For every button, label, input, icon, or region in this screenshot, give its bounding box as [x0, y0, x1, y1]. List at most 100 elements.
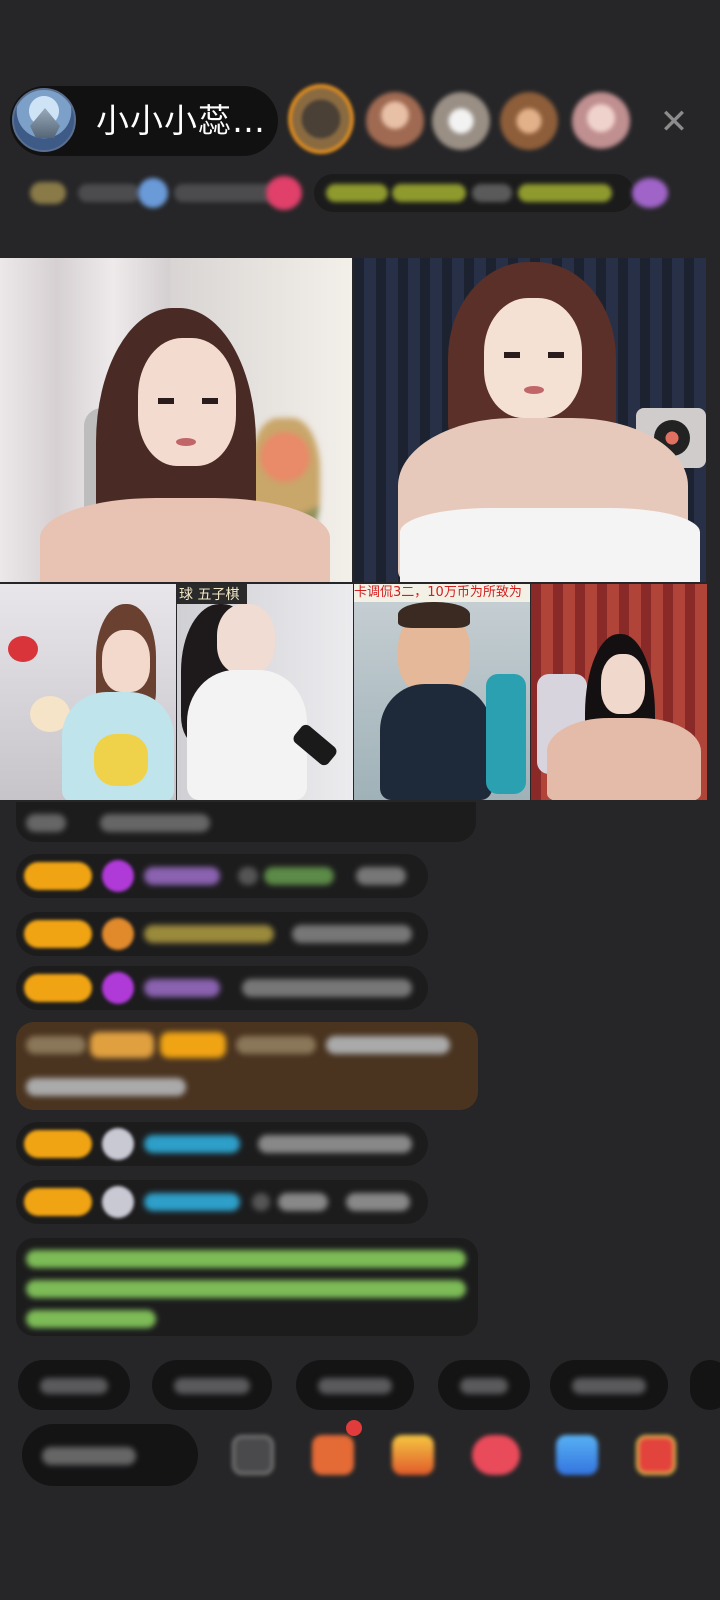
info-icon [266, 176, 302, 210]
username [144, 1135, 240, 1153]
message-text [26, 814, 66, 832]
shop-icon[interactable] [556, 1435, 598, 1475]
more-icon[interactable] [636, 1435, 676, 1475]
gift-icon[interactable] [392, 1435, 434, 1475]
message-text [326, 1036, 450, 1054]
avatar [102, 1186, 134, 1218]
tile-label: 卡调侃3二，10万币为所致为 [354, 585, 522, 600]
face [217, 604, 275, 674]
level-badge [90, 1032, 154, 1058]
level-badge [160, 1032, 226, 1058]
message-text [100, 814, 210, 832]
level-badge [24, 1130, 92, 1158]
username [144, 979, 220, 997]
quick-chip-2[interactable] [152, 1360, 272, 1410]
chat-message[interactable] [16, 912, 428, 956]
chat-message[interactable] [16, 1180, 428, 1224]
host-name: 小小小蕊… [96, 101, 266, 140]
viewer-avatar-5[interactable] [572, 92, 630, 150]
comment-input[interactable] [22, 1424, 198, 1486]
quick-chip-4[interactable] [438, 1360, 530, 1410]
video-tile-guest-3[interactable]: 球 五子棋 [177, 584, 353, 800]
gem-icon [102, 860, 134, 892]
info-blob [30, 182, 66, 204]
level-badge [24, 974, 92, 1002]
host-avatar[interactable] [12, 88, 76, 152]
face [484, 298, 582, 418]
hair [398, 602, 470, 628]
tile-label: 球 五子棋 [179, 587, 240, 603]
chat-message[interactable] [16, 966, 428, 1010]
video-tile-guest-5[interactable] [531, 584, 707, 800]
info-icon [632, 178, 668, 208]
share-icon[interactable] [472, 1435, 520, 1475]
notice-text [26, 1250, 466, 1268]
quick-chip-6[interactable] [690, 1360, 720, 1410]
chip-label [460, 1378, 508, 1394]
plush-toy [8, 636, 38, 662]
info-blob [518, 184, 612, 202]
message-text [264, 867, 334, 885]
chip-label [572, 1378, 646, 1394]
sweater-print [94, 734, 148, 786]
viewer-avatar-4[interactable] [500, 92, 558, 150]
username [26, 1036, 86, 1054]
viewer-avatar-1[interactable] [288, 84, 354, 154]
top-garment [400, 508, 700, 582]
message-text [238, 867, 258, 885]
video-tile-guest-2[interactable] [0, 584, 176, 800]
quick-chip-3[interactable] [296, 1360, 414, 1410]
chip-label [174, 1378, 250, 1394]
notice-text [26, 1310, 156, 1328]
room-info-strip[interactable] [22, 172, 688, 214]
message-text [346, 1193, 410, 1211]
notice-message[interactable] [16, 1022, 478, 1110]
message-text [26, 1078, 186, 1096]
viewer-avatar-2[interactable] [366, 92, 424, 150]
message-text [292, 925, 412, 943]
level-badge [24, 1188, 92, 1216]
fan-icon [102, 918, 134, 950]
username [144, 1193, 240, 1211]
emoji-icon[interactable] [232, 1435, 274, 1475]
viewer-avatar-3[interactable] [432, 92, 490, 150]
username [144, 867, 220, 885]
message-text [356, 867, 406, 885]
face [601, 654, 645, 714]
video-tile-host[interactable] [0, 258, 352, 582]
video-tile-guest-1[interactable] [354, 258, 706, 582]
info-blob [472, 184, 512, 202]
username [236, 1036, 316, 1054]
chat-message[interactable] [16, 802, 476, 842]
shoulders [40, 498, 330, 582]
chat-message[interactable] [16, 854, 428, 898]
quick-chip-1[interactable] [18, 1360, 130, 1410]
system-notice [16, 1238, 478, 1336]
message-text [258, 1135, 412, 1153]
close-icon[interactable]: ✕ [650, 98, 698, 146]
eyes [504, 352, 564, 358]
gem-icon [102, 972, 134, 1004]
video-tile-guest-4[interactable]: 卡调侃3二，10万币为所致为 [354, 584, 530, 800]
username [144, 925, 274, 943]
torso [547, 718, 701, 800]
level-badge [24, 920, 92, 948]
info-blob [392, 184, 466, 202]
chip-label [318, 1378, 392, 1394]
chip-label [40, 1378, 108, 1394]
message-text [252, 1193, 270, 1211]
quick-chip-5[interactable] [550, 1360, 668, 1410]
message-text [278, 1193, 328, 1211]
box-icon[interactable] [312, 1435, 354, 1475]
eyes [158, 398, 218, 404]
notice-text [26, 1280, 466, 1298]
notification-dot [346, 1420, 362, 1436]
info-blob [326, 184, 388, 202]
info-icon [138, 178, 168, 208]
lips [524, 386, 544, 394]
torso [187, 670, 307, 800]
avatar [102, 1128, 134, 1160]
chat-message[interactable] [16, 1122, 428, 1166]
message-text [242, 979, 412, 997]
input-placeholder [42, 1447, 136, 1465]
